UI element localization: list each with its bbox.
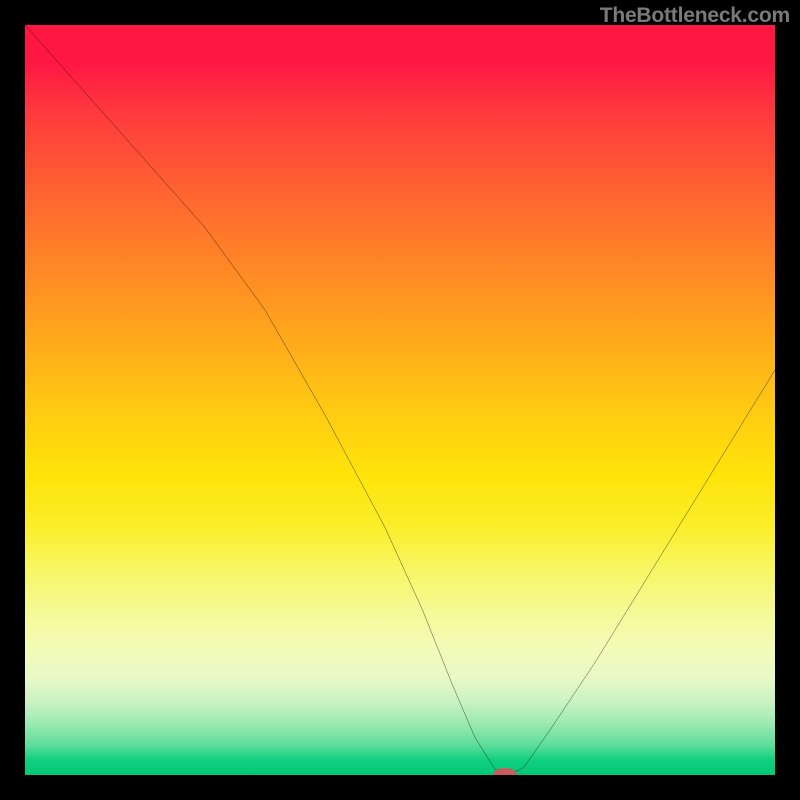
bottleneck-curve <box>25 25 775 775</box>
optimum-marker <box>493 768 517 775</box>
chart-frame: TheBottleneck.com <box>0 0 800 800</box>
plot-area <box>25 25 775 775</box>
watermark-text: TheBottleneck.com <box>600 4 790 28</box>
curve-layer <box>25 25 775 775</box>
